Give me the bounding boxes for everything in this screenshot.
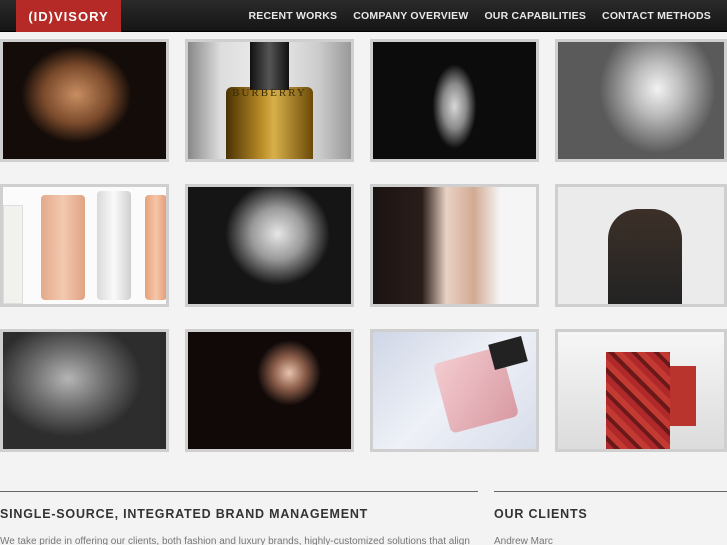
nav-our-capabilities[interactable]: OUR CAPABILITIES bbox=[484, 10, 586, 22]
our-clients-heading: OUR CLIENTS bbox=[494, 507, 588, 521]
gallery-item-portrait-woman[interactable] bbox=[0, 39, 169, 162]
gallery-item-perfume-splash[interactable] bbox=[370, 329, 539, 452]
site-logo[interactable]: (ID)VISORY bbox=[16, 0, 121, 32]
section-divider-clients bbox=[494, 491, 727, 492]
gallery-item-veil-portrait[interactable] bbox=[185, 329, 354, 452]
gallery-item-runway-gown[interactable] bbox=[370, 39, 539, 162]
nav-contact-methods[interactable]: CONTACT METHODS bbox=[602, 10, 711, 22]
gallery-item-runway-plaid-coat[interactable] bbox=[555, 329, 727, 452]
gallery-item-bw-watch-portrait[interactable] bbox=[185, 184, 354, 307]
nav-company-overview[interactable]: COMPANY OVERVIEW bbox=[353, 10, 468, 22]
gallery-item-blonde-model[interactable] bbox=[555, 39, 727, 162]
gallery-item-fur-collar-coat[interactable] bbox=[555, 184, 727, 307]
gallery-item-lancome-products[interactable] bbox=[0, 184, 169, 307]
brand-intro-text: We take pride in offering our clients, b… bbox=[0, 536, 470, 545]
main-nav: RECENT WORKS COMPANY OVERVIEW OUR CAPABI… bbox=[248, 0, 711, 32]
client-list-item[interactable]: Andrew Marc bbox=[494, 536, 553, 545]
section-divider-brand bbox=[0, 491, 478, 492]
gallery-item-dark-hair-portrait[interactable] bbox=[370, 184, 539, 307]
gallery-item-burberry-bottle[interactable]: BURBERRY bbox=[185, 39, 354, 162]
gallery-item-leather-jacket-bw[interactable] bbox=[0, 329, 169, 452]
top-navigation-bar: (ID)VISORY RECENT WORKS COMPANY OVERVIEW… bbox=[0, 0, 727, 32]
bottle-label-text: BURBERRY bbox=[232, 87, 307, 100]
nav-recent-works[interactable]: RECENT WORKS bbox=[248, 10, 337, 22]
brand-management-heading: SINGLE-SOURCE, INTEGRATED BRAND MANAGEME… bbox=[0, 507, 369, 521]
